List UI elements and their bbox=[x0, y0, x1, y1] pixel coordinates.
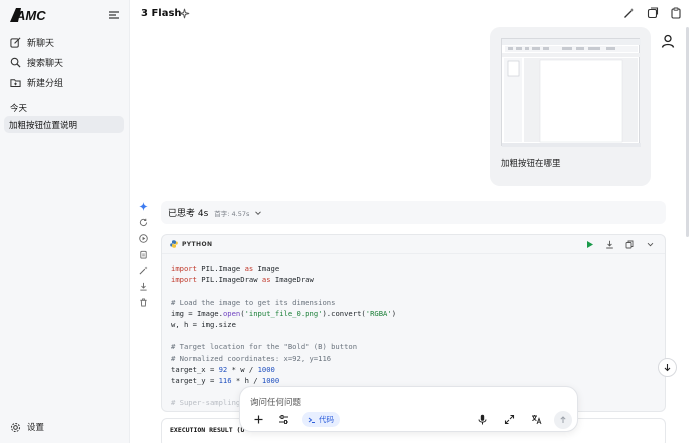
sidebar-item-new-group[interactable]: 新建分组 bbox=[6, 73, 124, 91]
magic-wand-icon[interactable] bbox=[623, 7, 635, 19]
brand-logo[interactable]: AMC bbox=[10, 8, 62, 22]
code-mode-chip[interactable]: 代码 bbox=[302, 412, 340, 427]
code-line: # Target location for the "Bold" (B) but… bbox=[171, 342, 358, 352]
code-line: import PIL.ImageDraw as ImageDraw bbox=[171, 275, 314, 285]
sidebar-item-label: 搜索聊天 bbox=[27, 58, 64, 69]
sidebar-chat-active[interactable]: 加粗按钮位置说明 bbox=[4, 116, 124, 133]
code-line: # Super-sampling bbox=[171, 398, 241, 408]
python-logo-icon bbox=[170, 240, 178, 248]
execution-result-label: EXECUTION RESULT (U bbox=[170, 426, 245, 434]
first-token-time: 首字: 4.57s bbox=[214, 209, 250, 218]
send-button[interactable] bbox=[554, 411, 572, 429]
plus-icon[interactable] bbox=[253, 414, 264, 425]
arrow-down-icon bbox=[664, 364, 671, 372]
search-icon bbox=[10, 57, 21, 68]
code-line: w, h = img.size bbox=[171, 320, 236, 330]
sparkle-settings-icon[interactable] bbox=[179, 8, 190, 19]
chevron-down-icon[interactable] bbox=[646, 240, 655, 249]
code-language-label: PYTHON bbox=[182, 240, 213, 248]
sidebar-item-search-chat[interactable]: 搜索聊天 bbox=[6, 53, 124, 71]
attached-image-thumbnail[interactable] bbox=[501, 38, 641, 147]
thinking-label: 已思考 4s bbox=[168, 209, 209, 219]
user-message-text: 加粗按钮在哪里 bbox=[501, 159, 561, 169]
thinking-summary[interactable]: 已思考 4s 首字: 4.57s bbox=[161, 201, 666, 224]
sidebar-collapse-icon[interactable] bbox=[108, 9, 120, 21]
sidebar-section-today: 今天 bbox=[10, 104, 28, 114]
code-line: target_y = 116 * h / 1000 bbox=[171, 376, 280, 386]
copy-icon[interactable] bbox=[625, 240, 634, 249]
model-selector[interactable]: 3 Flash bbox=[141, 8, 182, 19]
sidebar-item-label: 新聊天 bbox=[27, 38, 55, 49]
code-line: # Normalized coordinates: x=92, y=116 bbox=[171, 353, 332, 363]
tools-sliders-icon[interactable] bbox=[278, 414, 289, 425]
app-window: AMC 新聊天 搜索聊天 新建分组 今天 加粗按钮位置说明 设置 3 Flash bbox=[0, 0, 690, 443]
word-document-screenshot-icon bbox=[502, 39, 641, 147]
svg-text:AMC: AMC bbox=[15, 8, 46, 22]
sidebar-item-new-chat[interactable]: 新聊天 bbox=[6, 33, 124, 51]
arrow-up-icon bbox=[560, 416, 566, 423]
run-code-icon[interactable] bbox=[585, 240, 594, 249]
code-chip-label: 代码 bbox=[319, 415, 334, 424]
clipboard-icon[interactable] bbox=[670, 7, 682, 19]
code-line: # Load the image to get its dimensions bbox=[171, 297, 336, 307]
code-line: target_x = 92 * w / 1000 bbox=[171, 364, 275, 374]
expand-icon[interactable] bbox=[504, 414, 515, 425]
refresh-icon[interactable] bbox=[139, 218, 148, 227]
edit-icon bbox=[10, 37, 21, 48]
play-circle-icon[interactable] bbox=[139, 234, 148, 243]
folder-plus-icon bbox=[10, 78, 21, 87]
user-avatar-icon[interactable] bbox=[661, 34, 675, 48]
scroll-to-bottom-button[interactable] bbox=[658, 358, 677, 377]
download-icon[interactable] bbox=[605, 240, 614, 249]
message-input[interactable]: 询问任何问题 bbox=[250, 396, 301, 408]
magic-wand-icon[interactable] bbox=[139, 266, 148, 275]
terminal-icon bbox=[308, 417, 315, 423]
user-message: 加粗按钮在哪里 bbox=[490, 27, 651, 186]
sidebar: AMC 新聊天 搜索聊天 新建分组 今天 加粗按钮位置说明 设置 bbox=[0, 0, 130, 443]
code-line: import PIL.Image as Image bbox=[171, 264, 280, 273]
sidebar-item-label: 新建分组 bbox=[27, 78, 64, 89]
settings-button[interactable]: 设置 bbox=[6, 419, 44, 435]
copy-icon[interactable] bbox=[139, 250, 148, 259]
gemini-star-icon bbox=[139, 202, 148, 211]
message-composer[interactable]: 询问任何问题 代码 bbox=[239, 386, 578, 432]
code-line: img = Image.open('input_file_0.png').con… bbox=[171, 308, 397, 318]
settings-label: 设置 bbox=[27, 423, 45, 433]
download-icon[interactable] bbox=[139, 282, 148, 291]
chevron-down-icon bbox=[255, 210, 262, 215]
microphone-icon[interactable] bbox=[477, 414, 488, 425]
new-window-icon[interactable] bbox=[647, 7, 659, 19]
gear-icon bbox=[10, 422, 21, 432]
translate-icon[interactable] bbox=[531, 414, 542, 425]
page-scrollbar[interactable] bbox=[686, 27, 689, 237]
trash-icon[interactable] bbox=[139, 298, 148, 307]
